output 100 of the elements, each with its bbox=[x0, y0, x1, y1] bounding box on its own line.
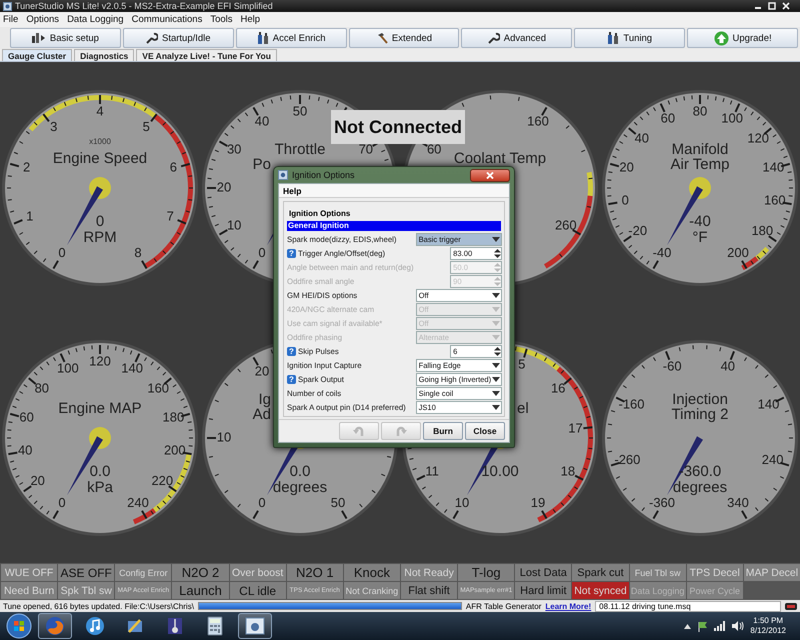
scale-label: 10 bbox=[454, 495, 470, 510]
scale-label: 40 bbox=[720, 358, 736, 374]
status-indicator: Not Ready bbox=[400, 564, 458, 581]
toolbar-button[interactable]: Extended bbox=[348, 28, 460, 48]
scale-label: 19 bbox=[530, 495, 546, 510]
taskbar-app[interactable] bbox=[238, 613, 272, 639]
flag-icon[interactable] bbox=[697, 620, 708, 632]
browser-icon bbox=[45, 616, 65, 636]
help-button[interactable]: ? bbox=[287, 347, 296, 356]
scale-label: 8 bbox=[134, 245, 142, 260]
menu-item[interactable]: File bbox=[3, 14, 18, 25]
learn-more-link[interactable]: Learn More! bbox=[545, 602, 592, 610]
scale-label: 10 bbox=[226, 217, 242, 232]
gauge-title: Ad bbox=[252, 406, 271, 423]
signal-icon[interactable] bbox=[714, 621, 726, 631]
spinner-arrows-icon bbox=[494, 248, 502, 259]
scale-label: 0 bbox=[622, 192, 629, 208]
scale-label: 60 bbox=[660, 110, 676, 126]
gauge-value: -40 bbox=[689, 212, 711, 230]
gauge-title: el bbox=[517, 400, 529, 417]
scale-label: 6 bbox=[170, 160, 178, 175]
menu-item[interactable]: Help bbox=[240, 14, 260, 25]
toolbar-button[interactable]: Upgrade! bbox=[687, 28, 798, 48]
scale-label: 4 bbox=[96, 103, 104, 118]
gauge-value: 0.0 bbox=[90, 462, 110, 480]
upgrade-icon bbox=[714, 30, 729, 46]
help-button[interactable]: ? bbox=[287, 249, 296, 258]
group-title: Ignition Options bbox=[287, 209, 352, 218]
scale-label: 18 bbox=[560, 464, 576, 479]
gauge-icon bbox=[32, 33, 46, 43]
scale-label: 3 bbox=[50, 119, 58, 134]
status-indicator: Over boost bbox=[230, 564, 286, 581]
caution-arc bbox=[152, 453, 192, 512]
scale-label: -160 bbox=[618, 396, 645, 412]
scale-label: 0 bbox=[258, 245, 266, 260]
show-hidden-icon[interactable] bbox=[684, 624, 692, 628]
calculator-icon bbox=[207, 616, 223, 636]
gauge-value: 10.00 bbox=[481, 462, 519, 480]
tab[interactable]: Gauge Cluster bbox=[2, 49, 72, 61]
toolbar-button[interactable]: Tuning bbox=[574, 28, 686, 48]
help-button[interactable]: ? bbox=[287, 375, 296, 384]
scale-label: 140 bbox=[121, 360, 143, 376]
scale-label: 50 bbox=[330, 495, 346, 510]
dialog-button[interactable]: Close bbox=[465, 422, 505, 440]
scale-label: 60 bbox=[19, 410, 34, 425]
status-indicator: N2O 1 bbox=[286, 564, 343, 581]
clock-time: 1:50 PM bbox=[753, 616, 784, 626]
window-title: TunerStudio MS Lite! v2.0.5 - MS2-Extra-Example EFI Simplified bbox=[15, 1, 274, 11]
gauge-title: Injection bbox=[672, 390, 728, 408]
scale-label: 40 bbox=[254, 114, 270, 129]
toolbar-button[interactable]: Advanced bbox=[461, 28, 572, 48]
gauge-title: Ig bbox=[258, 390, 271, 408]
bottles-icon bbox=[607, 32, 620, 44]
scale-label: 5 bbox=[518, 356, 526, 372]
menu-item[interactable]: Communications bbox=[132, 14, 202, 25]
clock[interactable]: 1:50 PM 8/12/2012 bbox=[750, 616, 786, 636]
music-icon bbox=[85, 616, 105, 636]
scale-label: 30 bbox=[226, 141, 242, 156]
scale-label: 1 bbox=[26, 208, 34, 224]
scale-label: 10 bbox=[216, 429, 232, 444]
status-indicator: Flat shift bbox=[400, 582, 458, 599]
wrench-icon bbox=[488, 32, 500, 44]
scale-label: 20 bbox=[216, 179, 232, 194]
maximize-icon[interactable] bbox=[768, 2, 776, 10]
spinner-arrows-icon bbox=[494, 276, 502, 287]
scale-label: 260 bbox=[554, 217, 577, 232]
hammer-icon bbox=[376, 32, 388, 44]
tab[interactable]: Diagnostics bbox=[74, 49, 134, 61]
status-indicator: Config Error bbox=[115, 564, 172, 581]
menu-item[interactable]: Options bbox=[26, 14, 60, 25]
gauge-title: Coolant Temp bbox=[454, 150, 546, 167]
scale-label: 50 bbox=[292, 103, 308, 118]
limit-arc bbox=[132, 508, 156, 524]
speaker-icon[interactable] bbox=[732, 621, 744, 631]
scale-label: 80 bbox=[692, 103, 708, 118]
dialog-button[interactable]: Burn bbox=[423, 422, 463, 440]
gauge-title: Air Temp bbox=[670, 156, 730, 173]
scale-label: 60 bbox=[426, 141, 442, 156]
scale-label: 70 bbox=[358, 141, 374, 156]
toolbar-button[interactable]: Basic setup bbox=[10, 28, 121, 48]
toolbar-button[interactable]: Startup/Idle bbox=[122, 28, 234, 48]
status-indicator: MAP Decel bbox=[744, 564, 800, 581]
scale-label: -60 bbox=[662, 358, 682, 374]
close-icon bbox=[486, 172, 494, 178]
gauge-title: Manifold bbox=[672, 140, 728, 158]
close-icon[interactable] bbox=[782, 2, 790, 10]
connection-banner: Not Connected bbox=[331, 110, 465, 144]
app-icon bbox=[3, 2, 12, 10]
menu-item[interactable]: Data Logging bbox=[67, 14, 124, 25]
status-message: Tune opened, 616 bytes updated. File:C:\Users\Chris\ bbox=[3, 602, 194, 610]
scale-label: 140 bbox=[758, 396, 780, 412]
start-button[interactable] bbox=[6, 613, 32, 639]
close-button[interactable] bbox=[470, 168, 510, 182]
gauge-unit: degrees bbox=[272, 478, 328, 496]
toolbar-button[interactable]: Accel Enrich bbox=[236, 28, 347, 48]
scale-label: 80 bbox=[34, 380, 50, 396]
menu-item[interactable]: Tools bbox=[210, 14, 233, 25]
menu-item[interactable]: Help bbox=[283, 186, 302, 196]
scale-label: 17 bbox=[568, 420, 583, 436]
tab[interactable]: VE Analyze Live! - Tune For You bbox=[136, 49, 277, 61]
